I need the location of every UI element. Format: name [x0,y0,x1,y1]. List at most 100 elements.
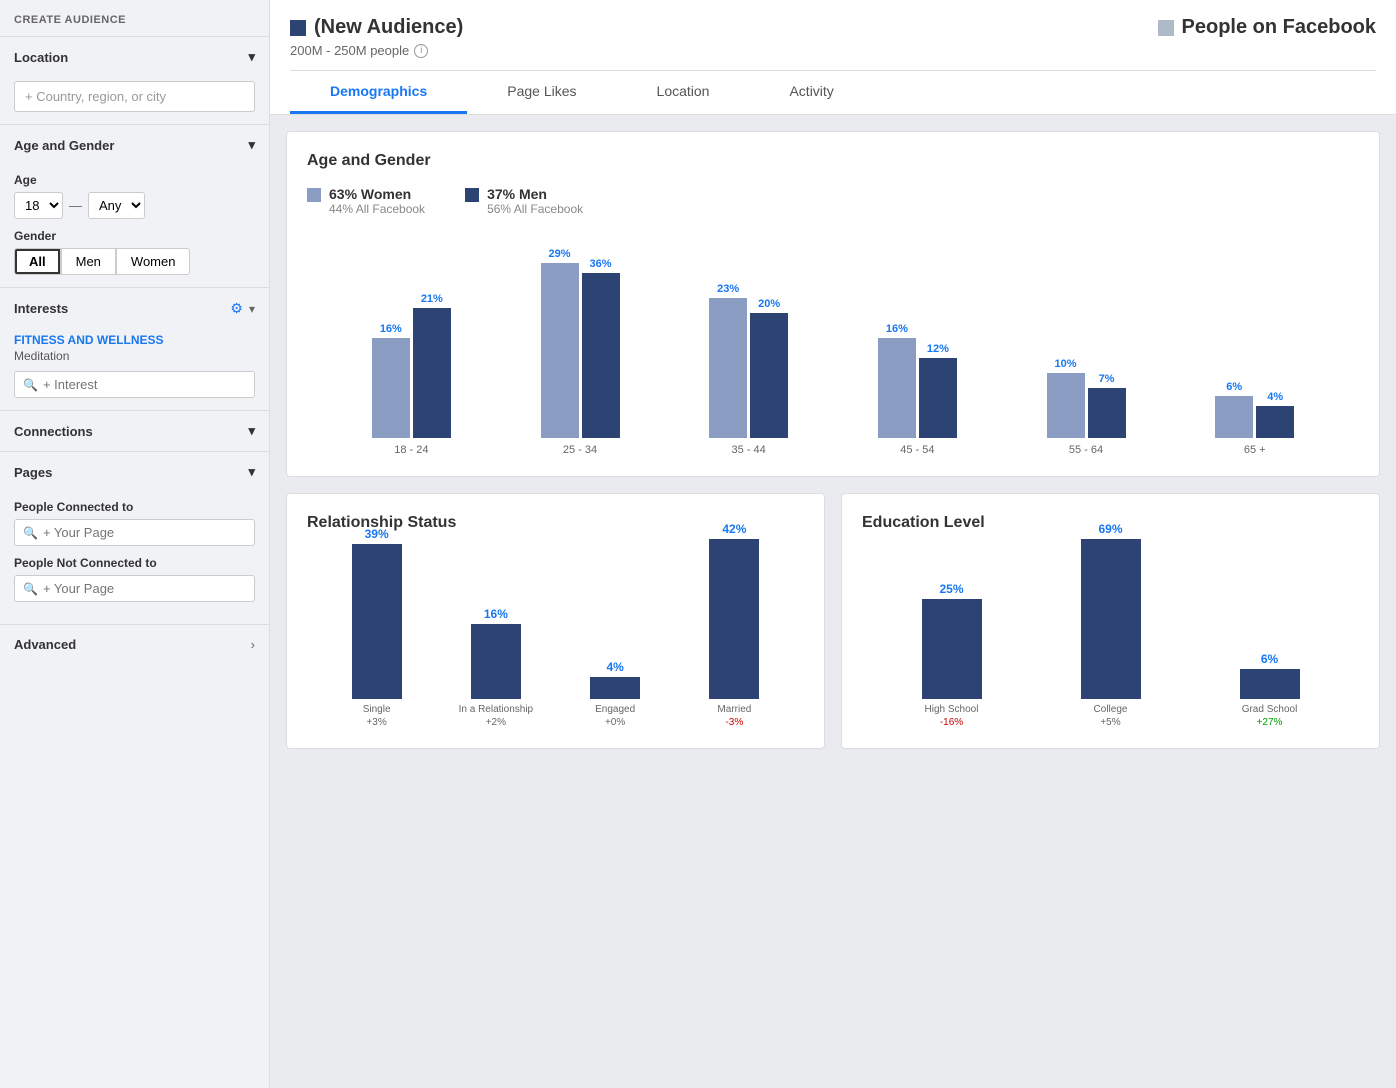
women-bar [878,338,916,438]
tab-location[interactable]: Location [617,71,750,114]
interest-input-wrap: 🔍 [14,371,255,398]
pages-chevron-icon: ▾ [248,464,255,480]
rel-bar-group: 39% Single +3% [317,527,436,728]
age-to-select[interactable]: Any [88,192,145,219]
age-selects: 18 — Any [14,192,255,219]
rel-bar-group: 42% Married -3% [675,522,794,728]
not-connected-input[interactable] [43,581,246,596]
relationship-bars: 39% Single +3% 16% In a Relationship +2%… [307,548,804,728]
women-bar-pct: 29% [548,248,570,260]
men-bar [919,358,957,438]
men-bar [750,313,788,438]
tab-activity[interactable]: Activity [749,71,873,114]
bar-group: 6% 4% 65 + [1170,381,1339,456]
interest-category: FITNESS AND WELLNESS [14,333,255,347]
location-chevron-icon: ▾ [248,49,255,65]
women-bar-wrap: 16% [878,323,916,438]
pages-label: Pages [14,465,52,480]
gender-row: Gender All Men Women [14,229,255,275]
women-legend-color [307,188,321,202]
interests-body: FITNESS AND WELLNESS Meditation 🔍 [0,329,269,410]
interest-item: Meditation [14,349,255,363]
rel-bar [471,624,521,699]
advanced-label: Advanced [14,637,76,652]
gender-men-button[interactable]: Men [61,248,116,275]
tab-page-likes[interactable]: Page Likes [467,71,616,114]
interests-header-left: Interests [14,301,68,316]
bar-group: 16% 21% 18 - 24 [327,293,496,456]
men-legend-color [465,188,479,202]
women-legend: 63% Women 44% All Facebook [307,186,425,216]
bar-label: 35 - 44 [732,444,766,456]
bar-label: 18 - 24 [394,444,428,456]
location-header[interactable]: Location ▾ [0,37,269,77]
people-not-connected-label: People Not Connected to [14,556,255,570]
rel-bar-pct: 4% [606,660,623,674]
rel-bar-change: +0% [605,717,625,728]
interests-info-icon: ⚙ [230,300,243,317]
rel-bar [590,677,640,699]
men-bar [1088,388,1126,438]
connected-input[interactable] [43,525,246,540]
women-bar-pct: 16% [380,323,402,335]
pages-header[interactable]: Pages ▾ [0,452,269,492]
connections-section: Connections ▾ [0,411,269,452]
men-bar [1256,406,1294,438]
interests-label: Interests [14,301,68,316]
men-bar-pct: 36% [589,258,611,270]
women-bar-wrap: 23% [709,283,747,438]
women-bar-pct: 23% [717,283,739,295]
men-sub: 56% All Facebook [487,202,583,216]
location-input-wrap [0,77,269,124]
audience-color-box [290,20,306,36]
age-row: Age 18 — Any [14,173,255,219]
gender-buttons: All Men Women [14,248,255,275]
interests-header[interactable]: Interests ⚙ ▾ [0,288,269,329]
tab-demographics[interactable]: Demographics [290,71,467,114]
connected-input-wrap: 🔍 [14,519,255,546]
age-label: Age [14,173,255,187]
rel-bar-change: +3% [366,717,386,728]
connections-header[interactable]: Connections ▾ [0,411,269,451]
women-pct: 63% Women [329,186,425,202]
audience-title-row: (New Audience) People on Facebook [290,16,1376,39]
age-gender-section: Age and Gender ▾ Age 18 — Any [0,125,269,288]
men-bar-wrap: 7% [1088,373,1126,438]
age-gender-body: Age 18 — Any Gender All [0,165,269,287]
people-connected-label: People Connected to [14,500,255,514]
audience-name-text: (New Audience) [314,16,463,39]
rel-bar-label: Engaged [595,704,635,715]
men-legend: 37% Men 56% All Facebook [465,186,583,216]
age-gender-header[interactable]: Age and Gender ▾ [0,125,269,165]
edu-bar [922,599,982,699]
edu-bar-change: -16% [940,717,963,728]
location-input[interactable] [14,81,255,112]
men-bar-wrap: 21% [413,293,451,438]
age-from-select[interactable]: 18 [14,192,63,219]
gender-all-button[interactable]: All [14,248,61,275]
men-bar-pct: 12% [927,343,949,355]
main-content: (New Audience) People on Facebook 200M -… [270,0,1396,1088]
interests-header-right: ⚙ ▾ [230,300,255,317]
women-sub: 44% All Facebook [329,202,425,216]
men-bar [582,273,620,438]
rel-bar [352,544,402,699]
charts-area: Age and Gender 63% Women 44% All Faceboo… [270,115,1396,765]
age-gender-bars: 16% 21% 18 - 24 29% 36% 2 [307,236,1359,456]
men-bar-wrap: 36% [582,258,620,438]
men-bar-pct: 7% [1099,373,1115,385]
audience-size-text: 200M - 250M people [290,43,409,58]
bar-group: 29% 36% 25 - 34 [496,248,665,456]
not-connected-input-wrap: 🔍 [14,575,255,602]
info-icon: i [414,44,428,58]
interest-input[interactable] [43,377,246,392]
edu-bar [1240,669,1300,699]
women-bar-pct: 6% [1226,381,1242,393]
women-bar [709,298,747,438]
women-bar [372,338,410,438]
advanced-section[interactable]: Advanced › [0,625,269,664]
age-gender-card: Age and Gender 63% Women 44% All Faceboo… [286,131,1380,477]
edu-bar [1081,539,1141,699]
gender-women-button[interactable]: Women [116,248,191,275]
rel-bar-pct: 16% [484,607,508,621]
